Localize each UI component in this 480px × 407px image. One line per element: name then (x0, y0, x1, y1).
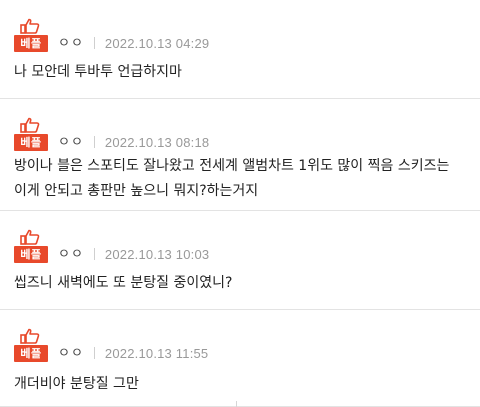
comment-date: 2022.10.13 08:18 (104, 135, 210, 150)
best-comment-badge: 베플 (14, 328, 48, 362)
thumbs-up-icon (20, 117, 40, 133)
comment-date: 2022.10.13 10:03 (104, 247, 210, 262)
meta-divider (93, 37, 95, 49)
comment-text: 나 모안데 투바투 언급하지마 (14, 64, 182, 80)
author-name: ㅇㅇ (58, 346, 84, 361)
best-comment-badge: 베플 (14, 18, 48, 52)
comment-list: 베플 ㅇㅇ 2022.10.13 04:29 나 모안데 투바투 언급하지마 베… (0, 0, 480, 407)
best-badge-label: 베플 (14, 246, 48, 263)
comment-item: 베플 ㅇㅇ 2022.10.13 11:55 개더비야 분탕질 그만 (0, 310, 480, 407)
comment-item: 베플 ㅇㅇ 2022.10.13 10:03 씹즈니 새벽에도 또 분탕질 중이… (0, 211, 480, 310)
comment-meta: 베플 ㅇㅇ 2022.10.13 08:18 (14, 117, 209, 151)
comment-item: 베플 ㅇㅇ 2022.10.13 04:29 나 모안데 투바투 언급하지마 (0, 0, 480, 99)
best-comment-badge: 베플 (14, 229, 48, 263)
list-bottom-tick (236, 401, 237, 407)
comment-date: 2022.10.13 11:55 (104, 346, 209, 361)
comment-date: 2022.10.13 04:29 (104, 36, 210, 51)
comment-meta: 베플 ㅇㅇ 2022.10.13 10:03 (14, 229, 209, 263)
author-name: ㅇㅇ (58, 247, 84, 262)
comment-meta: 베플 ㅇㅇ 2022.10.13 11:55 (14, 328, 208, 362)
meta-divider (93, 136, 95, 148)
best-badge-label: 베플 (14, 345, 48, 362)
best-badge-label: 베플 (14, 134, 48, 151)
comment-meta: 베플 ㅇㅇ 2022.10.13 04:29 (14, 18, 209, 52)
best-comment-badge: 베플 (14, 117, 48, 151)
comment-text: 방이나 블은 스포티도 잘나왔고 전세계 앨범차트 1위도 많이 찍음 스키즈는… (14, 158, 450, 199)
best-badge-label: 베플 (14, 35, 48, 52)
author-name: ㅇㅇ (58, 36, 84, 51)
comment-text: 개더비야 분탕질 그만 (14, 376, 139, 392)
comment-item: 베플 ㅇㅇ 2022.10.13 08:18 방이나 블은 스포티도 잘나왔고 … (0, 99, 480, 211)
meta-divider (93, 248, 95, 260)
author-name: ㅇㅇ (58, 135, 84, 150)
thumbs-up-icon (20, 18, 40, 34)
meta-divider (93, 347, 95, 359)
comment-text: 씹즈니 새벽에도 또 분탕질 중이였니? (14, 275, 233, 291)
thumbs-up-icon (20, 229, 40, 245)
thumbs-up-icon (20, 328, 40, 344)
